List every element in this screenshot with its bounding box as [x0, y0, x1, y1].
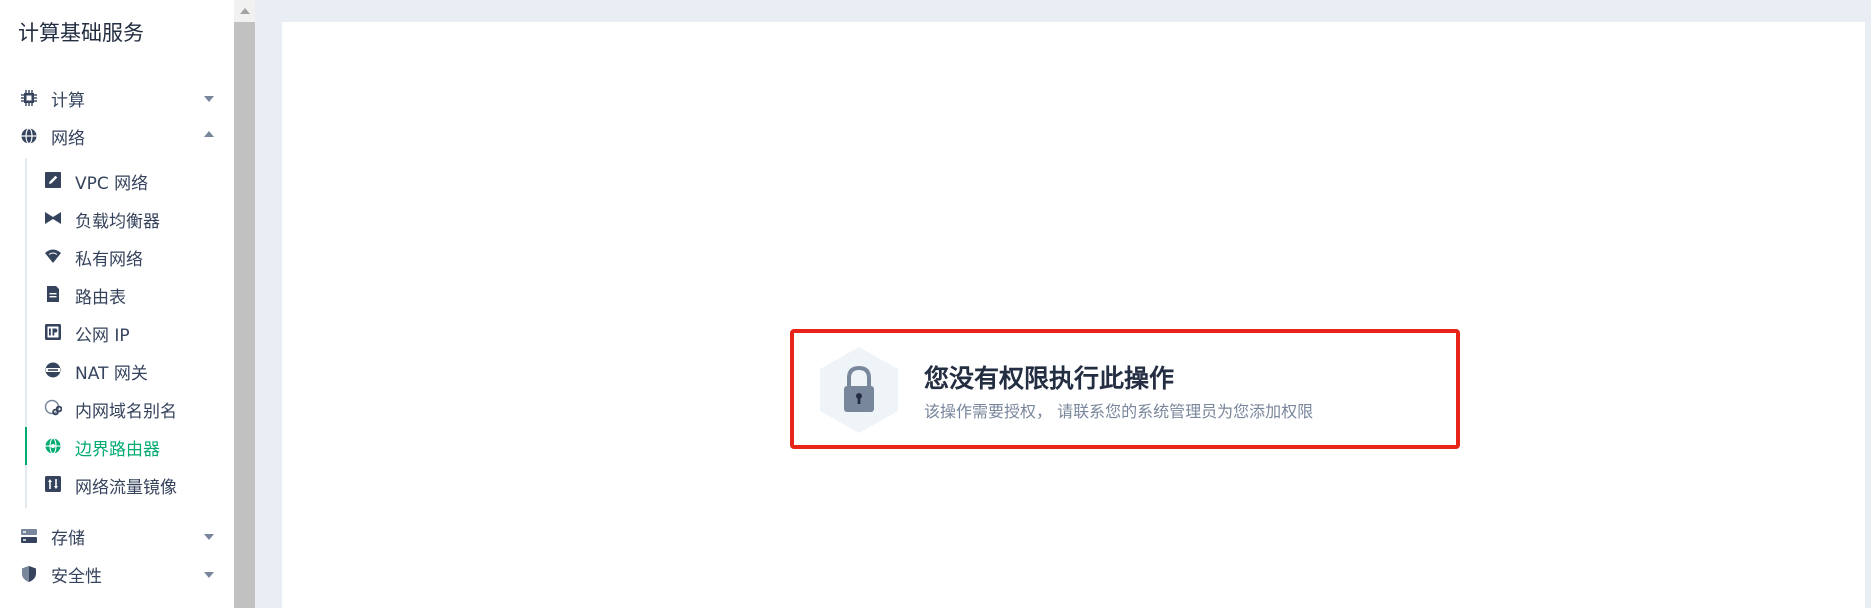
sidebar-item-label: 公网 IP [75, 326, 130, 346]
sidebar: 计算基础服务 计算 网络 VPC 网络 负载均衡器 私有网络 路由表 公网 IP… [0, 0, 234, 608]
sidebar-item-border-router[interactable]: 边界路由器 [25, 427, 234, 465]
nav-group-label: 计算 [51, 90, 85, 111]
chevron-down-icon [204, 96, 214, 102]
sidebar-scrollbar[interactable] [234, 0, 255, 608]
route-table-icon [47, 286, 59, 302]
chevron-down-icon [204, 534, 214, 540]
globe-icon [21, 127, 37, 145]
ip-icon [45, 324, 61, 340]
vpc-edit-icon [45, 172, 61, 188]
storage-icon [21, 529, 37, 543]
chevron-up-icon [204, 131, 214, 137]
sidebar-item-label: NAT 网关 [75, 364, 148, 384]
permission-denied-notice: 您没有权限执行此操作 该操作需要授权， 请联系您的系统管理员为您添加权限 [790, 329, 1460, 449]
sidebar-item-label: 路由表 [75, 288, 126, 308]
sidebar-item-label: VPC 网络 [75, 174, 149, 194]
sidebar-item-private-network[interactable]: 私有网络 [27, 237, 234, 275]
nav-group-compute[interactable]: 计算 [0, 79, 234, 117]
link-globe-icon [44, 399, 62, 416]
border-router-icon [45, 437, 61, 455]
app-root: 计算基础服务 计算 网络 VPC 网络 负载均衡器 私有网络 路由表 公网 IP… [0, 0, 1871, 608]
sidebar-title: 计算基础服务 [18, 21, 144, 45]
nat-gateway-icon [45, 362, 61, 378]
sidebar-item-nat-gateway[interactable]: NAT 网关 [27, 351, 234, 389]
nav-group-label: 安全性 [51, 566, 102, 587]
nav-group-storage[interactable]: 存储 [0, 517, 234, 555]
sidebar-item-label: 边界路由器 [75, 440, 160, 460]
sidebar-item-load-balancer[interactable]: 负载均衡器 [27, 199, 234, 237]
sidebar-item-traffic-mirror[interactable]: 网络流量镜像 [27, 465, 234, 503]
nav-group-network[interactable]: 网络 [0, 117, 234, 155]
notice-description: 该操作需要授权， 请联系您的系统管理员为您添加权限 [924, 402, 1314, 421]
nav-group-label: 存储 [51, 528, 85, 549]
sidebar-item-label: 私有网络 [75, 250, 143, 270]
sidebar-item-route-table[interactable]: 路由表 [27, 275, 234, 313]
sidebar-item-public-ip[interactable]: 公网 IP [27, 313, 234, 351]
traffic-mirror-icon [45, 476, 61, 492]
sidebar-item-intranet-dns-alias[interactable]: 内网域名别名 [27, 389, 234, 427]
chevron-down-icon [204, 572, 214, 578]
nav-group-label: 网络 [51, 128, 85, 149]
chip-icon [21, 90, 37, 106]
nav-group-security[interactable]: 安全性 [0, 555, 234, 593]
wifi-icon [45, 249, 61, 263]
scroll-up-button[interactable] [234, 0, 255, 22]
shield-icon [22, 566, 36, 582]
notice-title: 您没有权限执行此操作 [924, 364, 1175, 393]
lock-icon [820, 347, 898, 433]
sidebar-item-vpc[interactable]: VPC 网络 [27, 161, 234, 199]
content-panel [282, 22, 1865, 608]
sidebar-item-label: 负载均衡器 [75, 212, 160, 232]
load-balancer-icon [45, 212, 61, 224]
sidebar-item-label: 内网域名别名 [75, 402, 177, 422]
sidebar-item-label: 网络流量镜像 [75, 478, 177, 498]
